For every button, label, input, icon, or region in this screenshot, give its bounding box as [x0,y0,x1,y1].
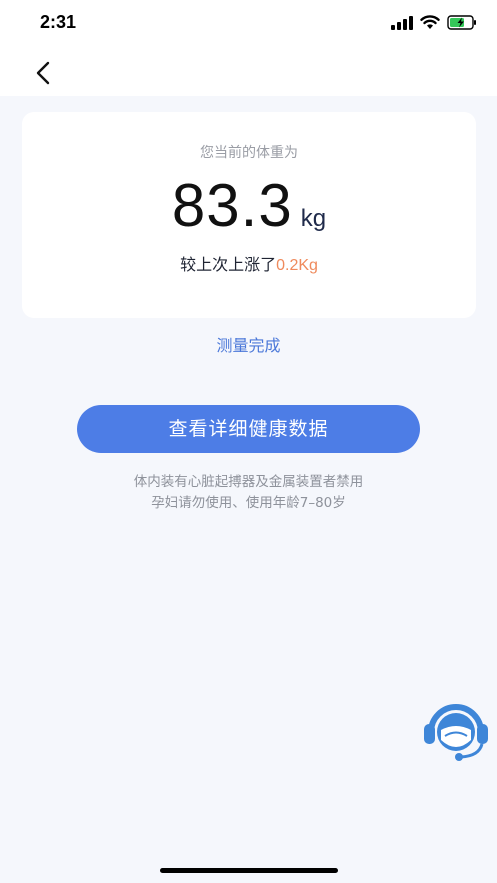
weight-change-value: 0.2Kg [276,257,318,274]
weight-card-title: 您当前的体重为 [200,145,298,161]
back-button[interactable] [28,58,58,88]
home-indicator [160,868,338,873]
signal-icon [391,15,413,34]
wifi-icon [420,15,440,34]
chevron-left-icon [36,61,50,85]
notice-line: 孕妇请勿使用、使用年龄7–80岁 [151,495,346,511]
battery-charging-icon [447,15,477,34]
nav-bar [0,50,497,96]
status-time: 2:31 [40,12,77,32]
comparison-label: 较上次上涨了 [180,255,277,274]
notice-line: 体内装有心脏起搏器及金属装置者禁用 [133,474,364,490]
customer-service-icon [424,704,488,761]
weight-unit: kg [300,205,327,232]
measurement-status: 测量完成 [216,336,281,355]
status-icons [391,15,477,34]
customer-service-button[interactable] [421,702,491,764]
weight-card: 您当前的体重为 83.3 kg 较上次上涨了0.2Kg [22,112,476,318]
view-health-details-button[interactable]: 查看详细健康数据 [77,405,420,453]
status-bar: 2:31 [0,0,497,50]
weight-reading: 83.3 kg [22,176,476,236]
weight-comparison: 较上次上涨了0.2Kg [22,251,476,275]
weight-value: 83.3 [171,172,293,239]
usage-notice: 体内装有心脏起搏器及金属装置者禁用 孕妇请勿使用、使用年龄7–80岁 [0,472,497,514]
